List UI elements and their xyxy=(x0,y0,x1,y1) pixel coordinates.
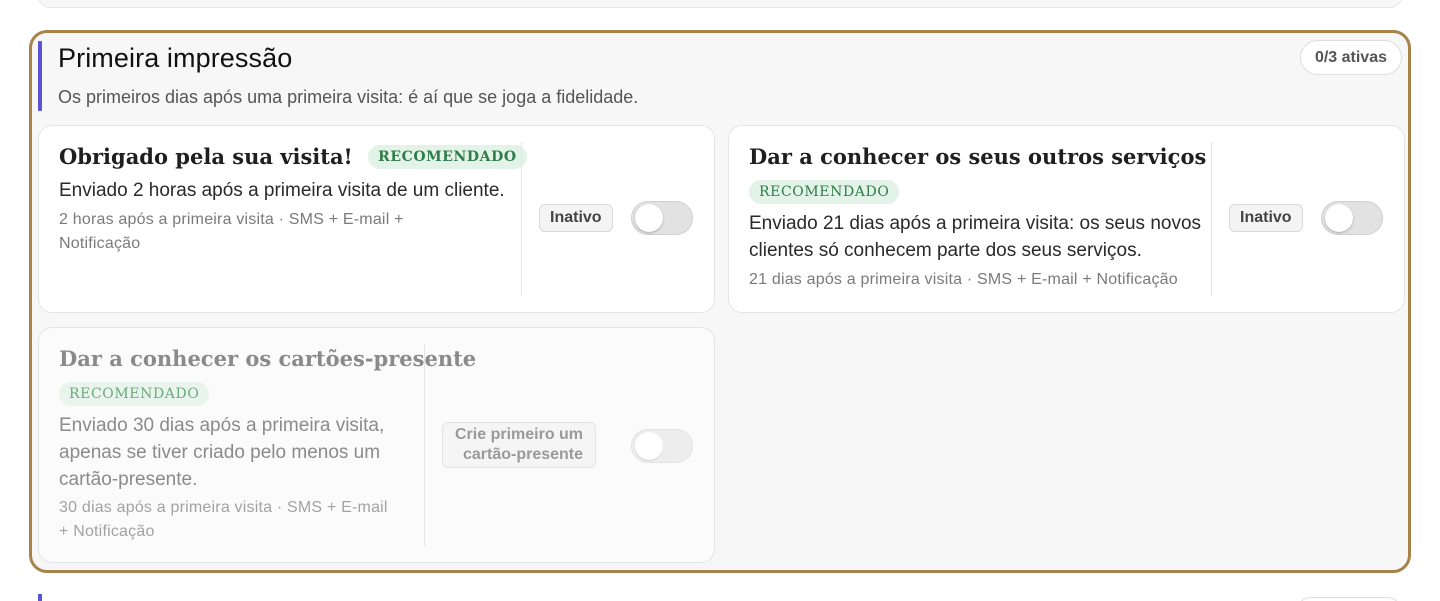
card-description-line: clientes só conhecem parte dos seus serv… xyxy=(749,240,1142,261)
card-title: Obrigado pela sua visita! RECOMENDADO xyxy=(59,144,527,169)
card-divider xyxy=(1211,142,1212,296)
card-description-line: cartão-presente. xyxy=(59,469,198,490)
section-subtitle: Os primeiros dias após uma primeira visi… xyxy=(58,87,639,107)
card-divider xyxy=(521,142,522,296)
section-title: Primeira impressão xyxy=(58,43,293,73)
previous-section-card xyxy=(38,0,1402,8)
card-title-text: Obrigado pela sua visita! xyxy=(59,144,353,169)
card-meta-line: 2 horas após a primeira visita · SMS + E… xyxy=(59,211,404,228)
card-description: Enviado 30 dias após a primeira visita, … xyxy=(59,412,384,493)
recommended-badge: RECOMENDADO xyxy=(749,180,900,204)
card-title: Dar a conhecer os cartões-presente xyxy=(59,346,477,371)
card-description: Enviado 21 dias após a primeira visita: … xyxy=(749,210,1201,264)
card-meta-line: Notificação xyxy=(59,235,141,252)
card-title: Dar a conhecer os seus outros serviços xyxy=(749,144,1207,169)
card-meta: 2 horas após a primeira visita · SMS + E… xyxy=(59,208,404,256)
recommended-badge: RECOMENDADO xyxy=(368,145,527,169)
automation-toggle[interactable] xyxy=(631,201,693,235)
card-meta-line: 30 dias após a primeira visita · SMS + E… xyxy=(59,499,388,516)
card-meta: 21 dias após a primeira visita · SMS + E… xyxy=(749,271,1178,288)
automation-toggle[interactable] xyxy=(1321,201,1383,235)
automation-card-other-services: Dar a conhecer os seus outros serviços R… xyxy=(728,125,1405,313)
automation-card-gift-cards: Dar a conhecer os cartões-presente RECOM… xyxy=(38,327,715,563)
status-chip-line: cartão-presente xyxy=(462,446,584,463)
card-meta-line: + Notificação xyxy=(59,523,155,540)
next-section-accent-bar xyxy=(38,594,42,601)
active-count-badge: 0/3 ativas xyxy=(1299,40,1402,75)
recommended-badge: RECOMENDADO xyxy=(59,382,210,406)
card-description-line: apenas se tiver criado pelo menos um xyxy=(59,442,381,463)
toggle-knob xyxy=(635,204,663,232)
toggle-knob xyxy=(635,432,663,460)
toggle-knob xyxy=(1325,204,1353,232)
card-description-line: Enviado 21 dias após a primeira visita: … xyxy=(749,213,1202,234)
automation-section-first-impression: Primeira impressão Os primeiros dias apó… xyxy=(29,30,1411,573)
section-accent-bar xyxy=(38,41,42,111)
card-divider xyxy=(424,344,425,546)
card-description: Enviado 2 horas após a primeira visita d… xyxy=(59,180,505,201)
create-gift-card-first-chip: Crie primeiro um cartão-presente xyxy=(442,422,597,468)
next-section-count-badge xyxy=(1296,597,1402,601)
status-chip: Inativo xyxy=(1229,204,1303,232)
automation-toggle-disabled xyxy=(631,429,693,463)
status-chip-line: Crie primeiro um xyxy=(455,426,584,443)
card-description-line: Enviado 30 dias após a primeira visita, xyxy=(59,415,385,436)
status-chip: Inativo xyxy=(539,204,613,232)
automation-card-thank-you: Obrigado pela sua visita! RECOMENDADO En… xyxy=(38,125,715,313)
card-meta: 30 dias após a primeira visita · SMS + E… xyxy=(59,496,388,544)
